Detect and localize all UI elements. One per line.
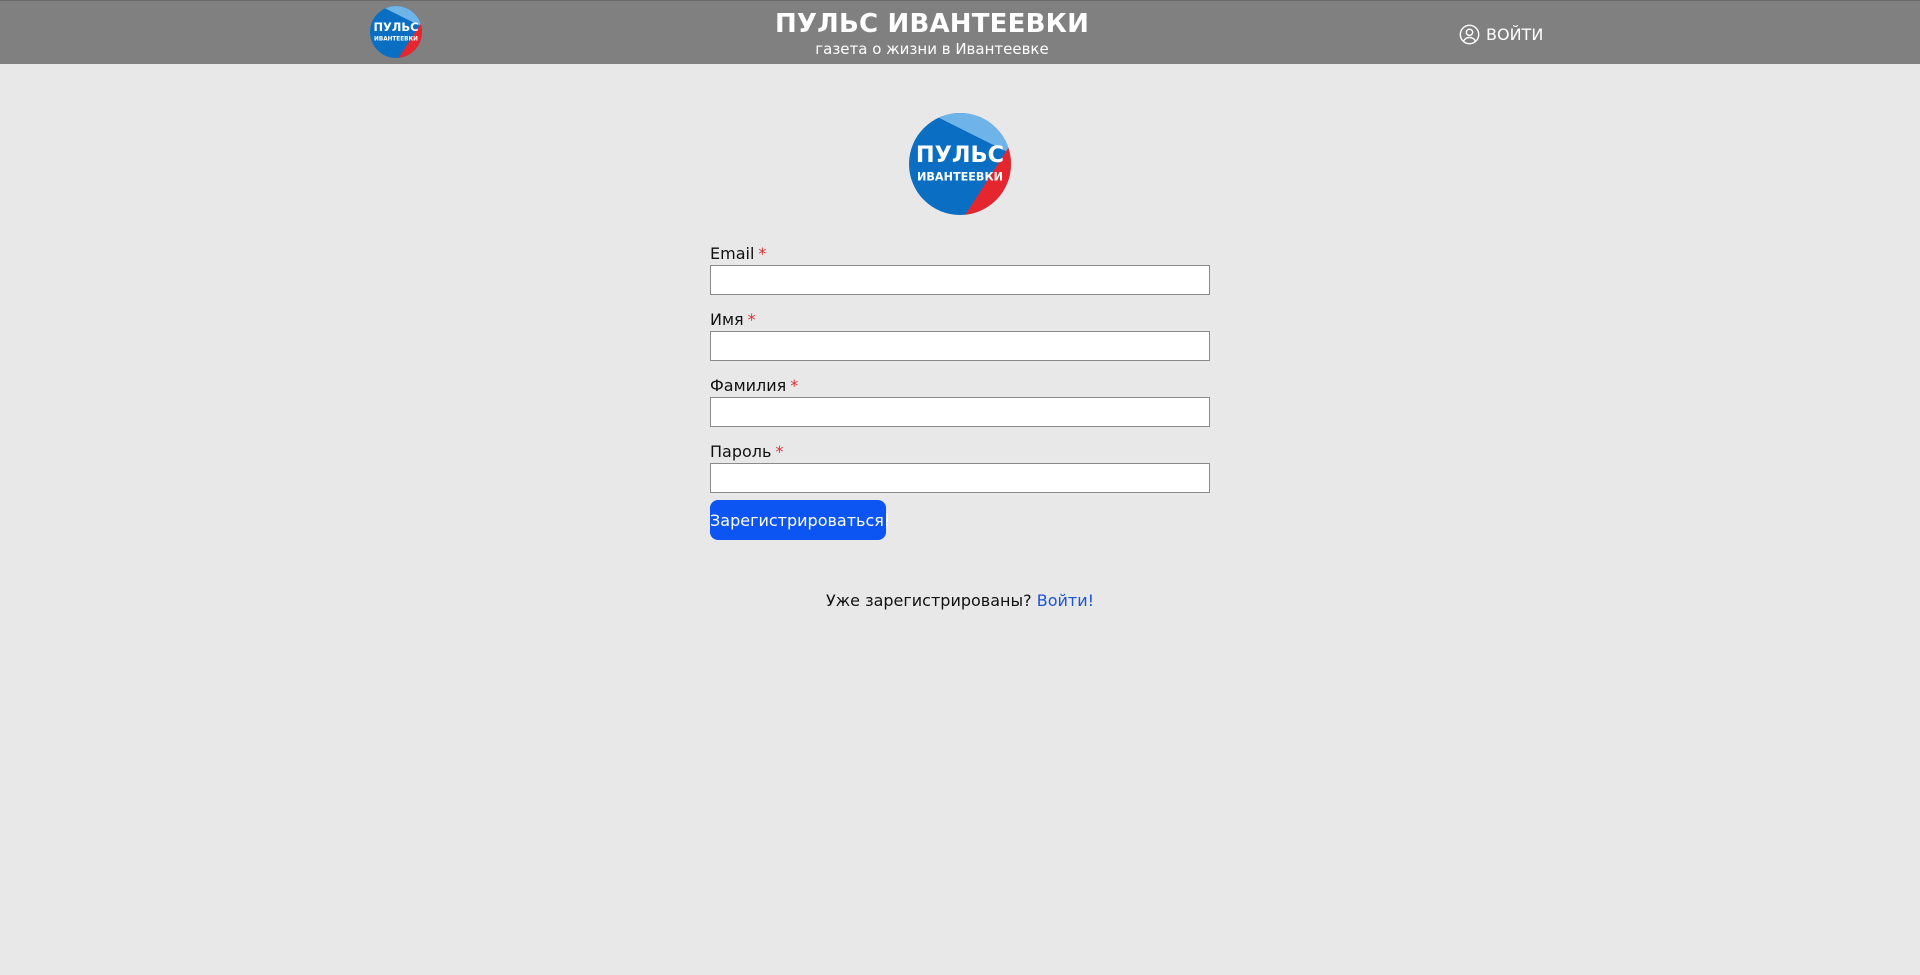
user-circle-icon [1459,24,1480,45]
registration-form: Email * Имя * Фамилия * Пароль * [710,244,1210,508]
first-name-label: Имя * [710,310,756,329]
required-mark: * [747,310,756,329]
header-login-label: ВОЙТИ [1486,24,1544,44]
header-login-link[interactable]: ВОЙТИ [1459,23,1543,45]
email-label: Email * [710,244,767,263]
login-link[interactable]: Войти! [1037,591,1094,610]
required-mark: * [775,442,784,461]
email-field-group: Email * [710,244,1210,295]
site-title: ПУЛЬС ИВАНТЕЕВКИ [774,9,1090,39]
site-header: ПУЛЬС ИВАНТЕЕВКИ ПУЛЬС ИВАНТЕЕВКИ газета… [0,0,1920,64]
svg-text:ИВАНТЕЕВКИ: ИВАНТЕЕВКИ [917,170,1003,183]
first-name-field[interactable] [710,331,1210,361]
already-registered-text: Уже зарегистрированы? [825,591,1032,610]
site-subtitle: газета о жизни в Ивантеевке [815,40,1049,58]
password-field-group: Пароль * [710,442,1210,493]
last-name-field-group: Фамилия * [710,376,1210,427]
first-name-field-group: Имя * [710,310,1210,361]
svg-text:ПУЛЬС: ПУЛЬС [916,142,1004,168]
register-button[interactable]: Зарегистрироваться! [710,500,890,540]
password-label: Пароль * [710,442,784,461]
password-field[interactable] [710,463,1210,493]
last-name-field[interactable] [710,397,1210,427]
required-mark: * [758,244,767,263]
last-name-label: Фамилия * [710,376,799,395]
already-registered-prompt: Уже зарегистрированы? Войти! [0,591,1920,611]
email-field[interactable] [710,265,1210,295]
required-mark: * [790,376,799,395]
main-logo: ПУЛЬС ИВАНТЕЕВКИ [909,113,1011,215]
